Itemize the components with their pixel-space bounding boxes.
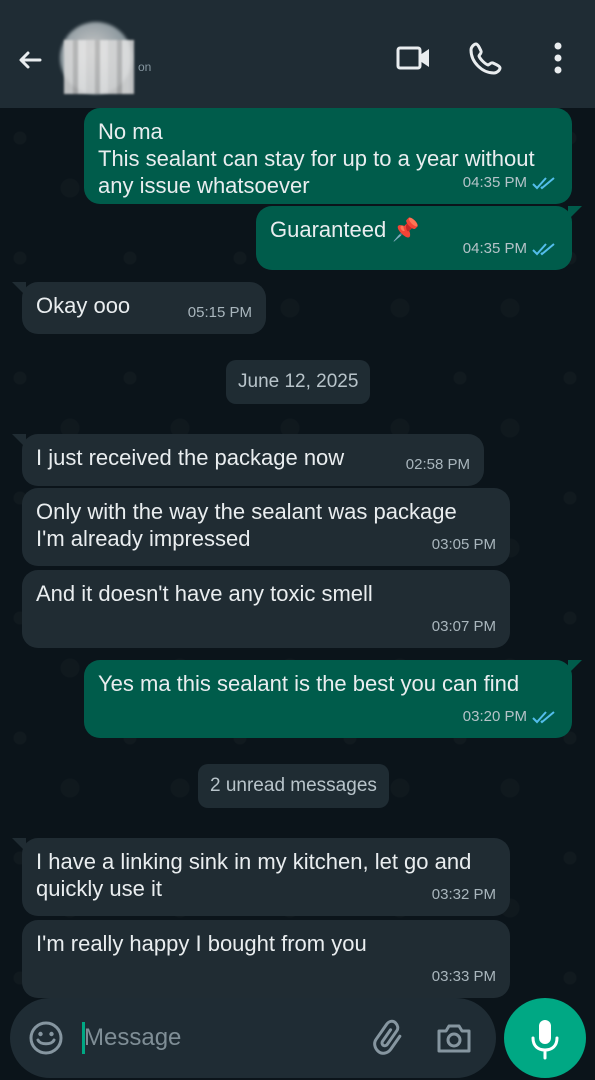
message-bubble-outgoing[interactable]: Guaranteed 📌 04:35 PM	[256, 206, 582, 270]
contact-name-redacted	[64, 40, 134, 94]
message-time: 04:35 PM	[462, 240, 527, 257]
attachment-icon[interactable]	[370, 1018, 410, 1058]
emoji-icon[interactable]	[28, 1020, 64, 1056]
message-text: Only with the way the sealant was packag…	[36, 499, 457, 551]
message-composer	[10, 998, 496, 1078]
message-meta: 03:33 PM	[432, 963, 496, 990]
message-bubble-incoming[interactable]: Only with the way the sealant was packag…	[22, 488, 510, 566]
read-ticks-icon	[532, 242, 555, 255]
message-meta: 03:07 PM	[432, 613, 496, 640]
message-meta: 03:20 PM	[463, 703, 558, 730]
message-bubble-outgoing[interactable]: Yes ma this sealant is the best you can …	[84, 660, 582, 738]
back-arrow-icon[interactable]	[16, 48, 44, 72]
message-time: 03:05 PM	[431, 536, 496, 553]
voice-call-icon[interactable]	[466, 38, 506, 78]
read-ticks-icon	[532, 176, 555, 189]
message-time: 03:32 PM	[431, 886, 496, 903]
message-meta: 04:35 PM	[463, 169, 558, 196]
message-meta: 03:32 PM	[432, 881, 496, 908]
message-meta: 02:58 PM	[406, 451, 470, 478]
message-time: 03:33 PM	[431, 968, 496, 985]
message-text: And it doesn't have any toxic smell	[36, 581, 373, 606]
message-meta: 05:15 PM	[188, 299, 252, 326]
message-text: Yes ma this sealant is the best you can …	[98, 671, 520, 696]
camera-icon[interactable]	[434, 1018, 474, 1058]
message-bubble-incoming[interactable]: I have a linking sink in my kitchen, let…	[12, 838, 510, 916]
message-input[interactable]	[84, 1018, 364, 1058]
message-text: I'm really happy I bought from you	[36, 931, 367, 956]
message-bubble-incoming[interactable]: I'm really happy I bought from you 03:33…	[22, 920, 510, 998]
more-options-icon[interactable]	[540, 38, 580, 78]
message-bubble-incoming[interactable]: I just received the package now 02:58 PM	[12, 434, 484, 486]
message-bubble-incoming[interactable]: Okay ooo 05:15 PM	[12, 282, 266, 334]
microphone-icon	[531, 1020, 559, 1060]
video-call-icon[interactable]	[394, 38, 434, 78]
message-text: I have a linking sink in my kitchen, let…	[36, 849, 472, 901]
message-time: 02:58 PM	[405, 456, 470, 473]
message-time: 03:07 PM	[431, 618, 496, 635]
date-separator: June 12, 2025	[226, 360, 371, 404]
message-time: 03:20 PM	[462, 708, 527, 725]
read-ticks-icon	[532, 710, 555, 723]
message-bubble-outgoing[interactable]: No ma This sealant can stay for up to a …	[84, 108, 572, 204]
message-time: 05:15 PM	[187, 304, 252, 321]
message-bubble-incoming[interactable]: And it doesn't have any toxic smell 03:0…	[22, 570, 510, 648]
unread-messages-banner: 2 unread messages	[198, 764, 389, 808]
chat-header: on	[0, 0, 595, 108]
message-list[interactable]: No ma This sealant can stay for up to a …	[0, 108, 595, 998]
message-meta: 04:35 PM	[463, 235, 558, 262]
message-time: 04:35 PM	[462, 174, 527, 191]
voice-record-button[interactable]	[504, 998, 586, 1078]
contact-status: on	[138, 60, 152, 74]
message-meta: 03:05 PM	[432, 531, 496, 558]
